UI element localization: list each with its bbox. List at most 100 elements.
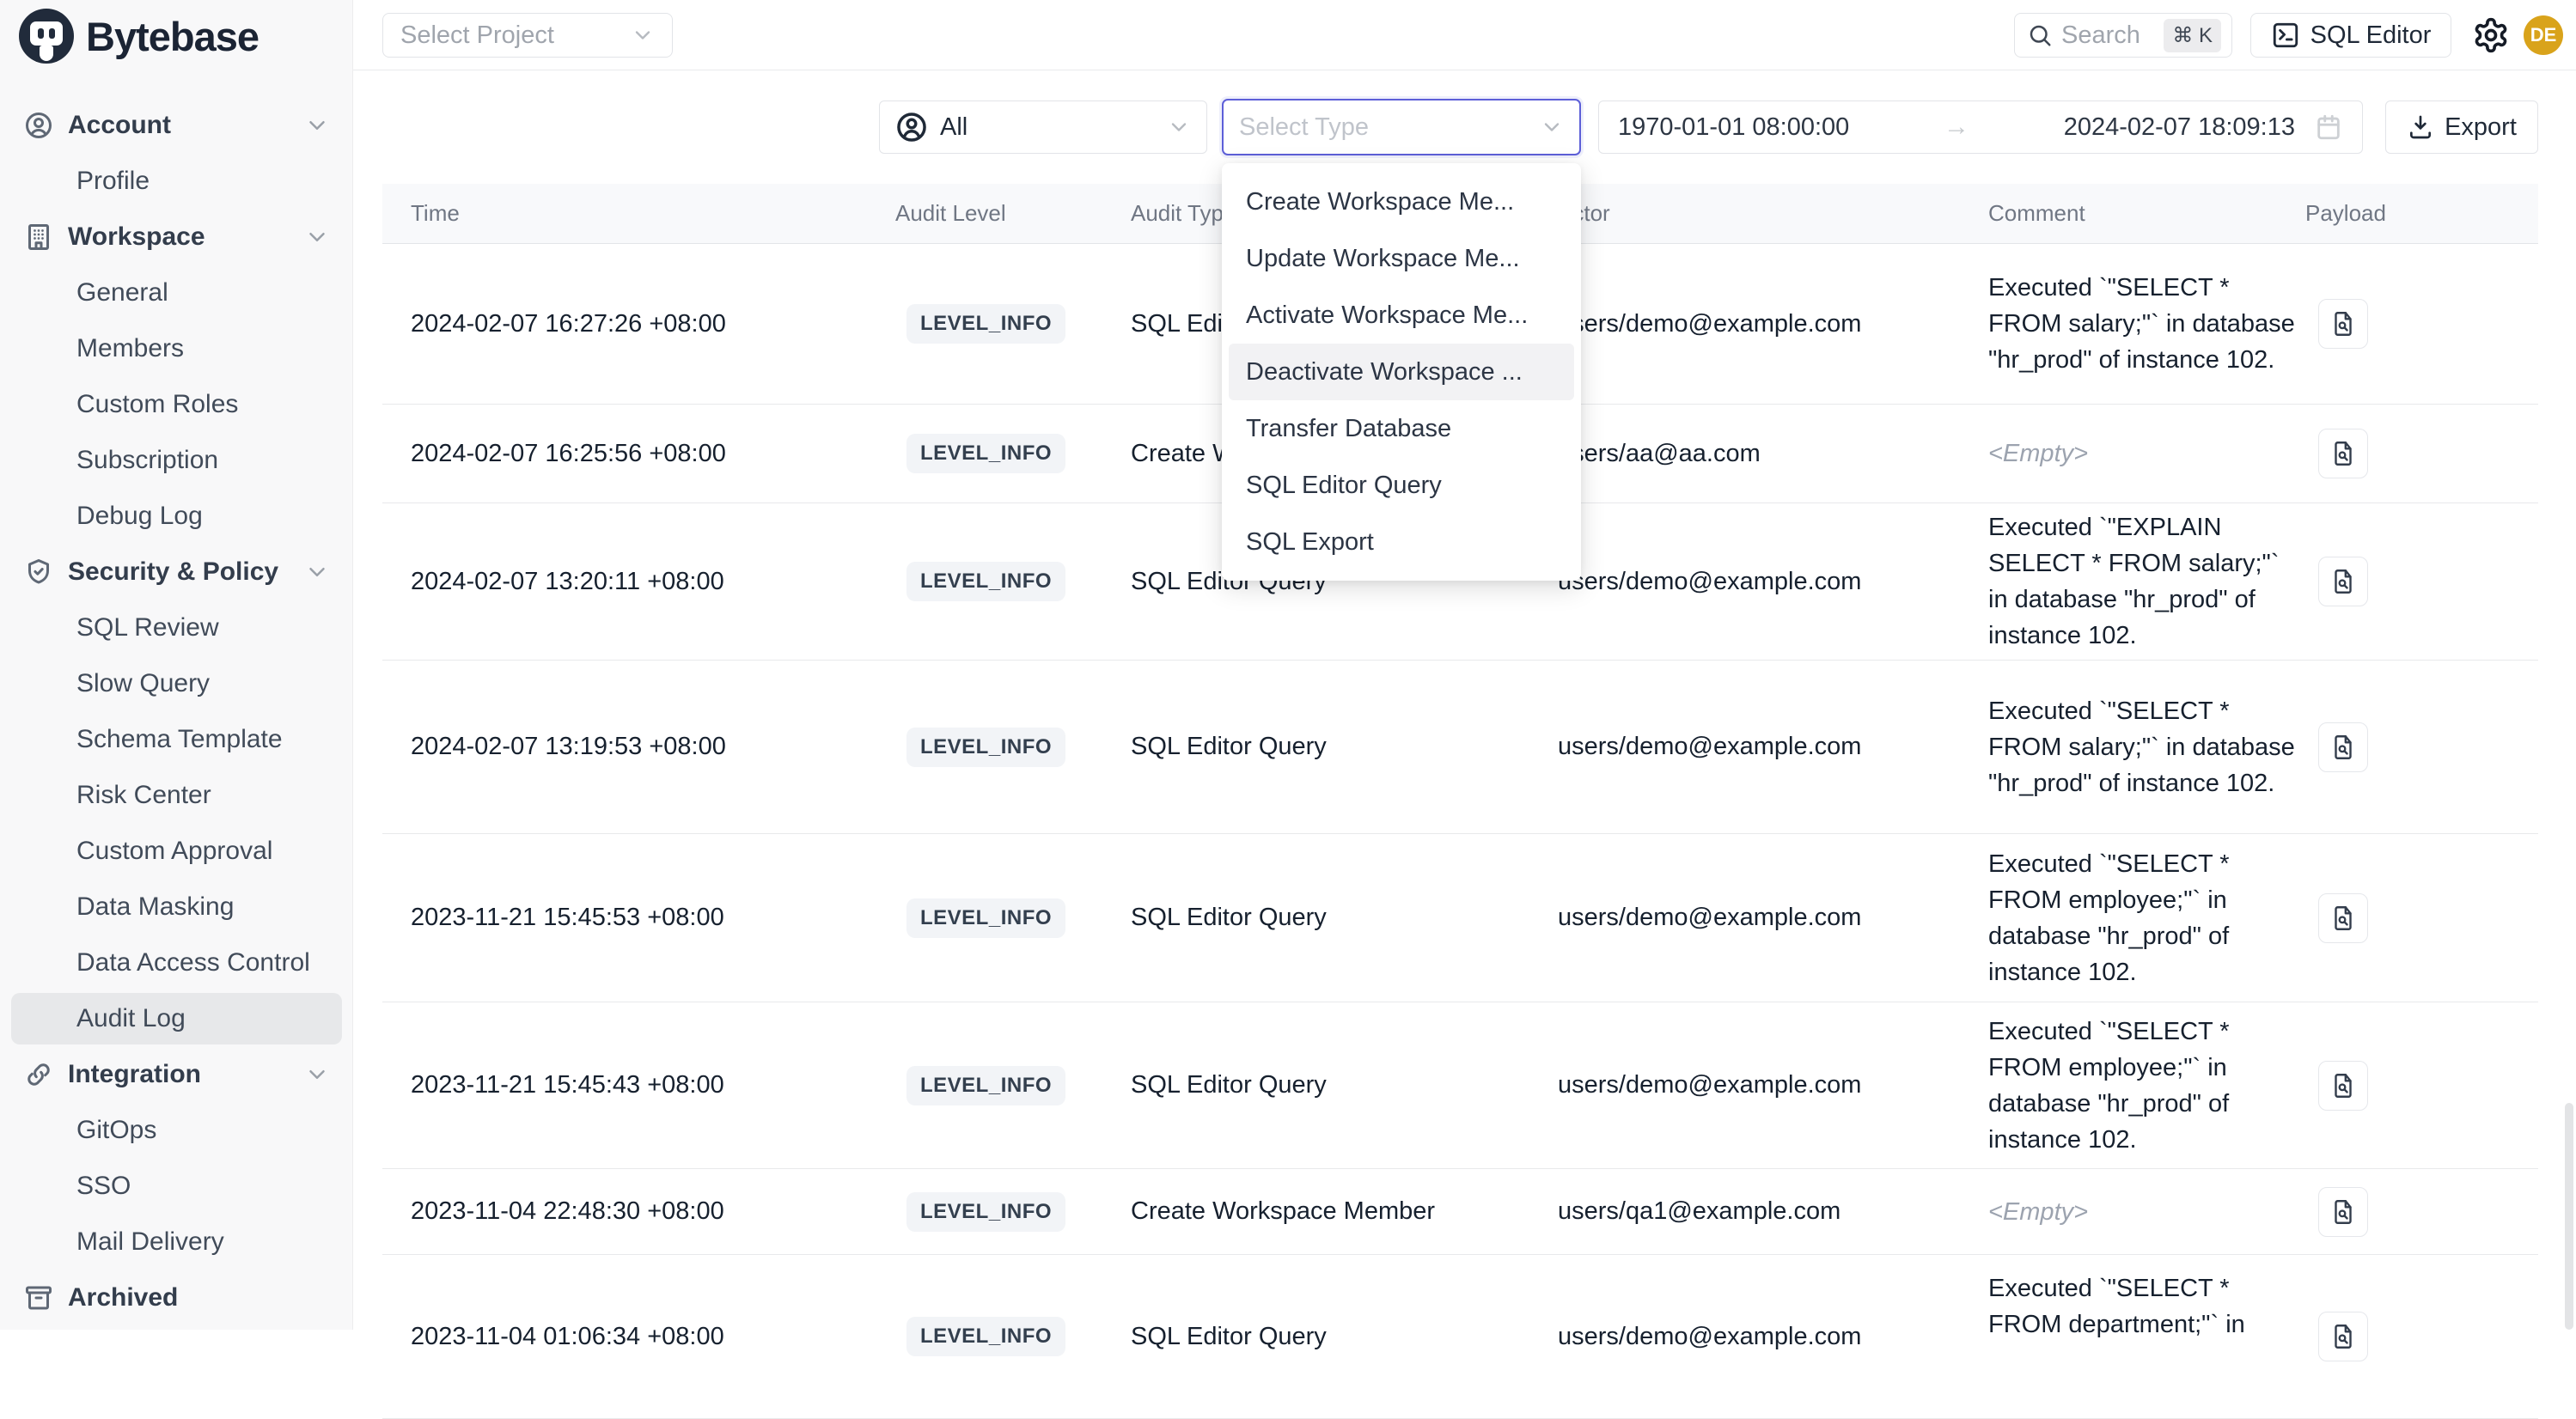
- cell-time: 2024-02-07 13:20:11 +08:00: [411, 503, 875, 660]
- type-filter-placeholder: Select Type: [1239, 113, 1540, 142]
- cell-payload: [2318, 503, 2368, 660]
- sidebar-item-gitops[interactable]: GitOps: [11, 1105, 342, 1156]
- settings-gear-icon[interactable]: [2472, 16, 2510, 54]
- sidebar-section-security-policy[interactable]: Security & Policy: [11, 546, 342, 598]
- menu-item-transfer-database[interactable]: Transfer Database: [1229, 400, 1574, 457]
- cell-actor: users/demo@example.com: [1558, 503, 1979, 660]
- date-to-value: 2024-02-07 18:09:13: [2064, 113, 2295, 142]
- sidebar-section-label: Workspace: [68, 222, 290, 252]
- payload-view-button[interactable]: [2318, 557, 2368, 606]
- chevron-down-icon: [631, 23, 655, 47]
- cell-actor: users/aa@aa.com: [1558, 405, 1979, 502]
- payload-view-button[interactable]: [2318, 1187, 2368, 1237]
- sidebar-item-risk-center[interactable]: Risk Center: [11, 770, 342, 821]
- sidebar-section-label: Account: [68, 111, 290, 140]
- sidebar-item-data-access-control[interactable]: Data Access Control: [11, 937, 342, 989]
- file-search-icon: [2329, 309, 2358, 338]
- cell-time: 2023-11-04 01:06:34 +08:00: [411, 1255, 875, 1418]
- cell-time: 2024-02-07 13:19:53 +08:00: [411, 661, 875, 833]
- file-search-icon: [2329, 439, 2358, 468]
- sidebar-item-members[interactable]: Members: [11, 323, 342, 375]
- date-range-picker[interactable]: 1970-01-01 08:00:00 → 2024-02-07 18:09:1…: [1598, 100, 2363, 154]
- cell-payload: [2318, 405, 2368, 502]
- sidebar-section-account[interactable]: Account: [11, 100, 342, 151]
- table-row: 2023-11-21 15:45:53 +08:00LEVEL_INFOSQL …: [382, 834, 2538, 1002]
- cell-payload: [2318, 1002, 2368, 1168]
- project-select[interactable]: Select Project: [382, 13, 673, 58]
- menu-item-sql-export[interactable]: SQL Export: [1229, 514, 1574, 570]
- cell-audit-level: LEVEL_INFO: [906, 1255, 1065, 1418]
- sql-editor-button[interactable]: SQL Editor: [2250, 13, 2451, 58]
- table-row: 2023-11-04 01:06:34 +08:00LEVEL_INFOSQL …: [382, 1255, 2538, 1419]
- audit-level-badge: LEVEL_INFO: [906, 562, 1065, 601]
- sidebar-section-workspace[interactable]: Workspace: [11, 211, 342, 263]
- file-search-icon: [2329, 567, 2358, 596]
- actor-filter-value: All: [940, 113, 1155, 142]
- sidebar-section-label: Integration: [68, 1060, 290, 1089]
- chevron-down-icon: [304, 224, 330, 250]
- sidebar-item-sso[interactable]: SSO: [11, 1160, 342, 1212]
- export-button[interactable]: Export: [2385, 100, 2538, 154]
- cell-comment: Executed `"EXPLAIN SELECT * FROM salary;…: [1988, 503, 2298, 660]
- payload-view-button[interactable]: [2318, 722, 2368, 772]
- sidebar-item-debug-log[interactable]: Debug Log: [11, 490, 342, 542]
- column-header-payload: Payload: [2305, 184, 2386, 243]
- sidebar-item-mail-delivery[interactable]: Mail Delivery: [11, 1216, 342, 1268]
- building-icon: [23, 222, 54, 253]
- sidebar-nav: AccountProfileWorkspaceGeneralMembersCus…: [0, 89, 353, 1328]
- cell-time: 2023-11-21 15:45:53 +08:00: [411, 834, 875, 1002]
- menu-item-activate-workspace-me[interactable]: Activate Workspace Me...: [1229, 287, 1574, 344]
- cell-payload: [2318, 834, 2368, 1002]
- user-circle-icon: [895, 111, 928, 143]
- chevron-down-icon: [304, 1062, 330, 1087]
- cell-time: 2023-11-04 22:48:30 +08:00: [411, 1169, 875, 1254]
- column-header-audit-level: Audit Level: [895, 184, 1006, 243]
- menu-item-sql-editor-query[interactable]: SQL Editor Query: [1229, 457, 1574, 514]
- archive-icon: [23, 1282, 54, 1313]
- sidebar-item-audit-log[interactable]: Audit Log: [11, 993, 342, 1044]
- menu-item-update-workspace-me[interactable]: Update Workspace Me...: [1229, 230, 1574, 287]
- comment-text: <Empty>: [1988, 435, 2298, 472]
- cell-payload: [2318, 244, 2368, 404]
- sidebar-item-custom-approval[interactable]: Custom Approval: [11, 825, 342, 877]
- menu-item-create-workspace-me[interactable]: Create Workspace Me...: [1229, 174, 1574, 230]
- actor-filter-select[interactable]: All: [879, 100, 1207, 154]
- cell-audit-level: LEVEL_INFO: [906, 405, 1065, 502]
- type-filter-select[interactable]: Select Type: [1222, 99, 1581, 155]
- avatar[interactable]: DE: [2524, 15, 2563, 55]
- sidebar-item-schema-template[interactable]: Schema Template: [11, 714, 342, 765]
- cell-actor: users/demo@example.com: [1558, 1255, 1979, 1418]
- sidebar-section-integration[interactable]: Integration: [11, 1049, 342, 1100]
- sidebar-item-data-masking[interactable]: Data Masking: [11, 881, 342, 933]
- audit-level-badge: LEVEL_INFO: [906, 1192, 1065, 1232]
- sidebar-item-slow-query[interactable]: Slow Query: [11, 658, 342, 710]
- cell-time: 2024-02-07 16:27:26 +08:00: [411, 244, 875, 404]
- payload-view-button[interactable]: [2318, 429, 2368, 478]
- sidebar-item-sql-review[interactable]: SQL Review: [11, 602, 342, 654]
- cell-comment: <Empty>: [1988, 1169, 2298, 1254]
- menu-item-deactivate-workspace[interactable]: Deactivate Workspace ...: [1229, 344, 1574, 400]
- cell-time: 2024-02-07 16:25:56 +08:00: [411, 405, 875, 502]
- brand[interactable]: Bytebase: [19, 9, 259, 64]
- sidebar-item-general[interactable]: General: [11, 267, 342, 319]
- chevron-down-icon: [304, 113, 330, 138]
- column-header-audit-type: Audit Type: [1131, 184, 1236, 243]
- search-input[interactable]: Search ⌘ K: [2014, 13, 2232, 58]
- payload-view-button[interactable]: [2318, 299, 2368, 349]
- table-row: 2023-11-21 15:45:43 +08:00LEVEL_INFOSQL …: [382, 1002, 2538, 1169]
- sidebar-item-profile[interactable]: Profile: [11, 155, 342, 207]
- brand-name: Bytebase: [86, 13, 259, 60]
- shield-check-icon: [23, 557, 54, 588]
- file-search-icon: [2329, 1197, 2358, 1227]
- sidebar-item-custom-roles[interactable]: Custom Roles: [11, 379, 342, 430]
- cell-comment: <Empty>: [1988, 405, 2298, 502]
- payload-view-button[interactable]: [2318, 1061, 2368, 1111]
- payload-view-button[interactable]: [2318, 893, 2368, 943]
- scrollbar-thumb[interactable]: [2565, 1103, 2573, 1330]
- sidebar-section-archived[interactable]: Archived: [11, 1272, 342, 1324]
- payload-view-button[interactable]: [2318, 1312, 2368, 1361]
- sidebar-item-subscription[interactable]: Subscription: [11, 435, 342, 486]
- column-header-comment: Comment: [1988, 184, 2085, 243]
- cell-comment: Executed `"SELECT * FROM salary;"` in da…: [1988, 244, 2298, 404]
- audit-level-badge: LEVEL_INFO: [906, 304, 1065, 344]
